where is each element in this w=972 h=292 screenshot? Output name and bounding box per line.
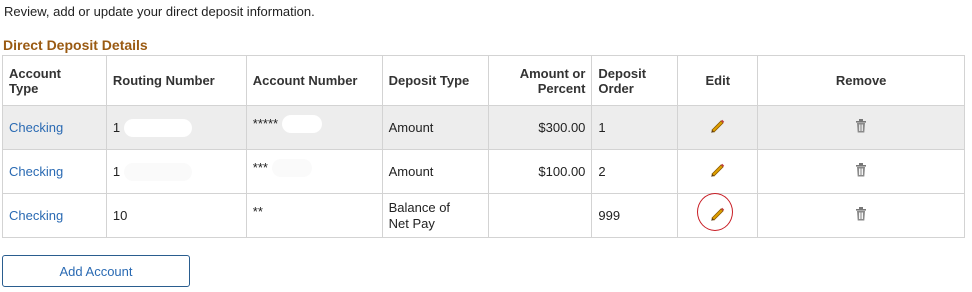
header-edit: Edit [677, 55, 759, 106]
table-row: Checking 10 ** Balance of Net Pay 999 [2, 192, 965, 238]
redaction-mask [271, 158, 312, 177]
amount-cell: $100.00 [487, 149, 593, 194]
account-type-cell: Checking [2, 193, 107, 238]
edit-button[interactable] [696, 192, 733, 231]
redaction-mask [123, 118, 192, 137]
account-number-cell: *** [245, 149, 383, 194]
pencil-icon [710, 119, 724, 133]
account-type-link[interactable]: Checking [9, 208, 63, 223]
amount-cell [487, 193, 593, 238]
remove-button[interactable] [851, 160, 871, 180]
edit-cell [677, 105, 759, 150]
trash-icon [856, 162, 867, 176]
account-type-cell: Checking [2, 105, 107, 150]
pencil-icon [710, 163, 724, 177]
remove-cell [757, 105, 965, 150]
edit-cell [677, 149, 759, 194]
table-header-row: Account Type Routing Number Account Numb… [2, 55, 965, 106]
remove-cell [757, 193, 965, 238]
account-type-link[interactable]: Checking [9, 120, 63, 135]
amount-cell: $300.00 [487, 105, 593, 150]
remove-button[interactable] [851, 116, 871, 136]
deposit-order-cell: 2 [591, 149, 679, 194]
table-row: Checking 1 ***** Amount $300.00 1 [2, 105, 965, 150]
trash-icon [856, 118, 867, 132]
header-deposit-type: Deposit Type [381, 55, 489, 106]
account-number-cell: ** [245, 193, 383, 238]
edit-button[interactable] [708, 116, 728, 136]
header-routing-number: Routing Number [105, 55, 247, 106]
routing-number-value: 10 [112, 207, 128, 223]
routing-number-cell: 1 [105, 149, 247, 194]
routing-number-cell: 10 [105, 193, 247, 238]
remove-button[interactable] [851, 204, 871, 224]
account-number-cell: ***** [245, 105, 383, 150]
header-amount-or-percent: Amount or Percent [487, 55, 593, 106]
header-remove: Remove [757, 55, 965, 106]
header-account-number: Account Number [245, 55, 383, 106]
deposit-type-cell: Balance of Net Pay [381, 193, 489, 238]
highlight-circle [696, 192, 733, 231]
account-type-link[interactable]: Checking [9, 164, 63, 179]
edit-cell [677, 192, 759, 238]
header-deposit-order: Deposit Order [591, 55, 679, 106]
routing-number-value: 1 [112, 119, 121, 135]
deposit-order-cell: 999 [591, 193, 679, 238]
redaction-mask [123, 162, 192, 181]
account-number-value: ***** [252, 115, 279, 131]
section-title: Direct Deposit Details [3, 37, 148, 53]
redaction-mask [281, 114, 322, 133]
account-type-cell: Checking [2, 149, 107, 194]
account-number-value: *** [252, 159, 268, 175]
routing-number-value: 1 [112, 163, 121, 179]
add-account-button[interactable]: Add Account [2, 255, 190, 287]
header-account-type: Account Type [2, 55, 107, 106]
trash-icon [856, 206, 867, 220]
routing-number-cell: 1 [105, 105, 247, 150]
edit-button[interactable] [708, 160, 728, 180]
deposit-type-cell: Amount [381, 105, 489, 150]
direct-deposit-table: Account Type Routing Number Account Numb… [2, 55, 965, 238]
account-number-value: ** [252, 203, 263, 219]
deposit-order-cell: 1 [591, 105, 679, 150]
remove-cell [757, 149, 965, 194]
intro-text: Review, add or update your direct deposi… [4, 4, 315, 19]
deposit-type-cell: Amount [381, 149, 489, 194]
table-row: Checking 1 *** Amount $100.00 2 [2, 149, 965, 194]
